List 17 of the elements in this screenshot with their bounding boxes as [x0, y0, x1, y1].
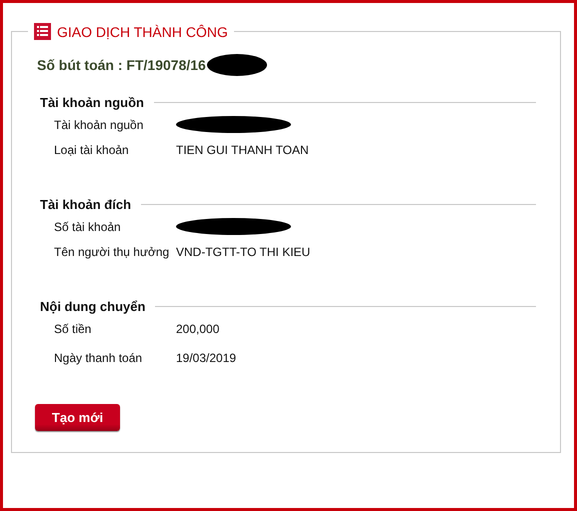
reference-number: Số bút toán : FT/19078/16: [37, 57, 206, 73]
field-label: Tài khoản nguồn: [54, 118, 144, 132]
field-label: Số tài khoản: [54, 220, 122, 234]
field-value: TIEN GUI THANH TOAN: [176, 142, 309, 156]
field-label: Số tiền: [54, 322, 92, 336]
section-heading: Nội dung chuyển: [40, 298, 146, 314]
field-value: 200,000: [176, 322, 220, 336]
field-value: 19/03/2019: [176, 350, 236, 364]
field-label: Tên người thụ hưởng: [54, 244, 170, 258]
list-icon: [34, 23, 51, 40]
create-new-button[interactable]: Tạo mới: [35, 404, 120, 431]
field-label: Ngày thanh toán: [54, 350, 144, 364]
section-heading: Tài khoản nguồn: [40, 94, 144, 110]
panel-title: GIAO DỊCH THÀNH CÔNG: [57, 24, 228, 40]
field-value: VND-TGTT-TO THI KIEU: [176, 244, 310, 258]
section-heading: Tài khoản đích: [40, 196, 132, 212]
field-label: Loại tài khoản: [54, 142, 130, 156]
